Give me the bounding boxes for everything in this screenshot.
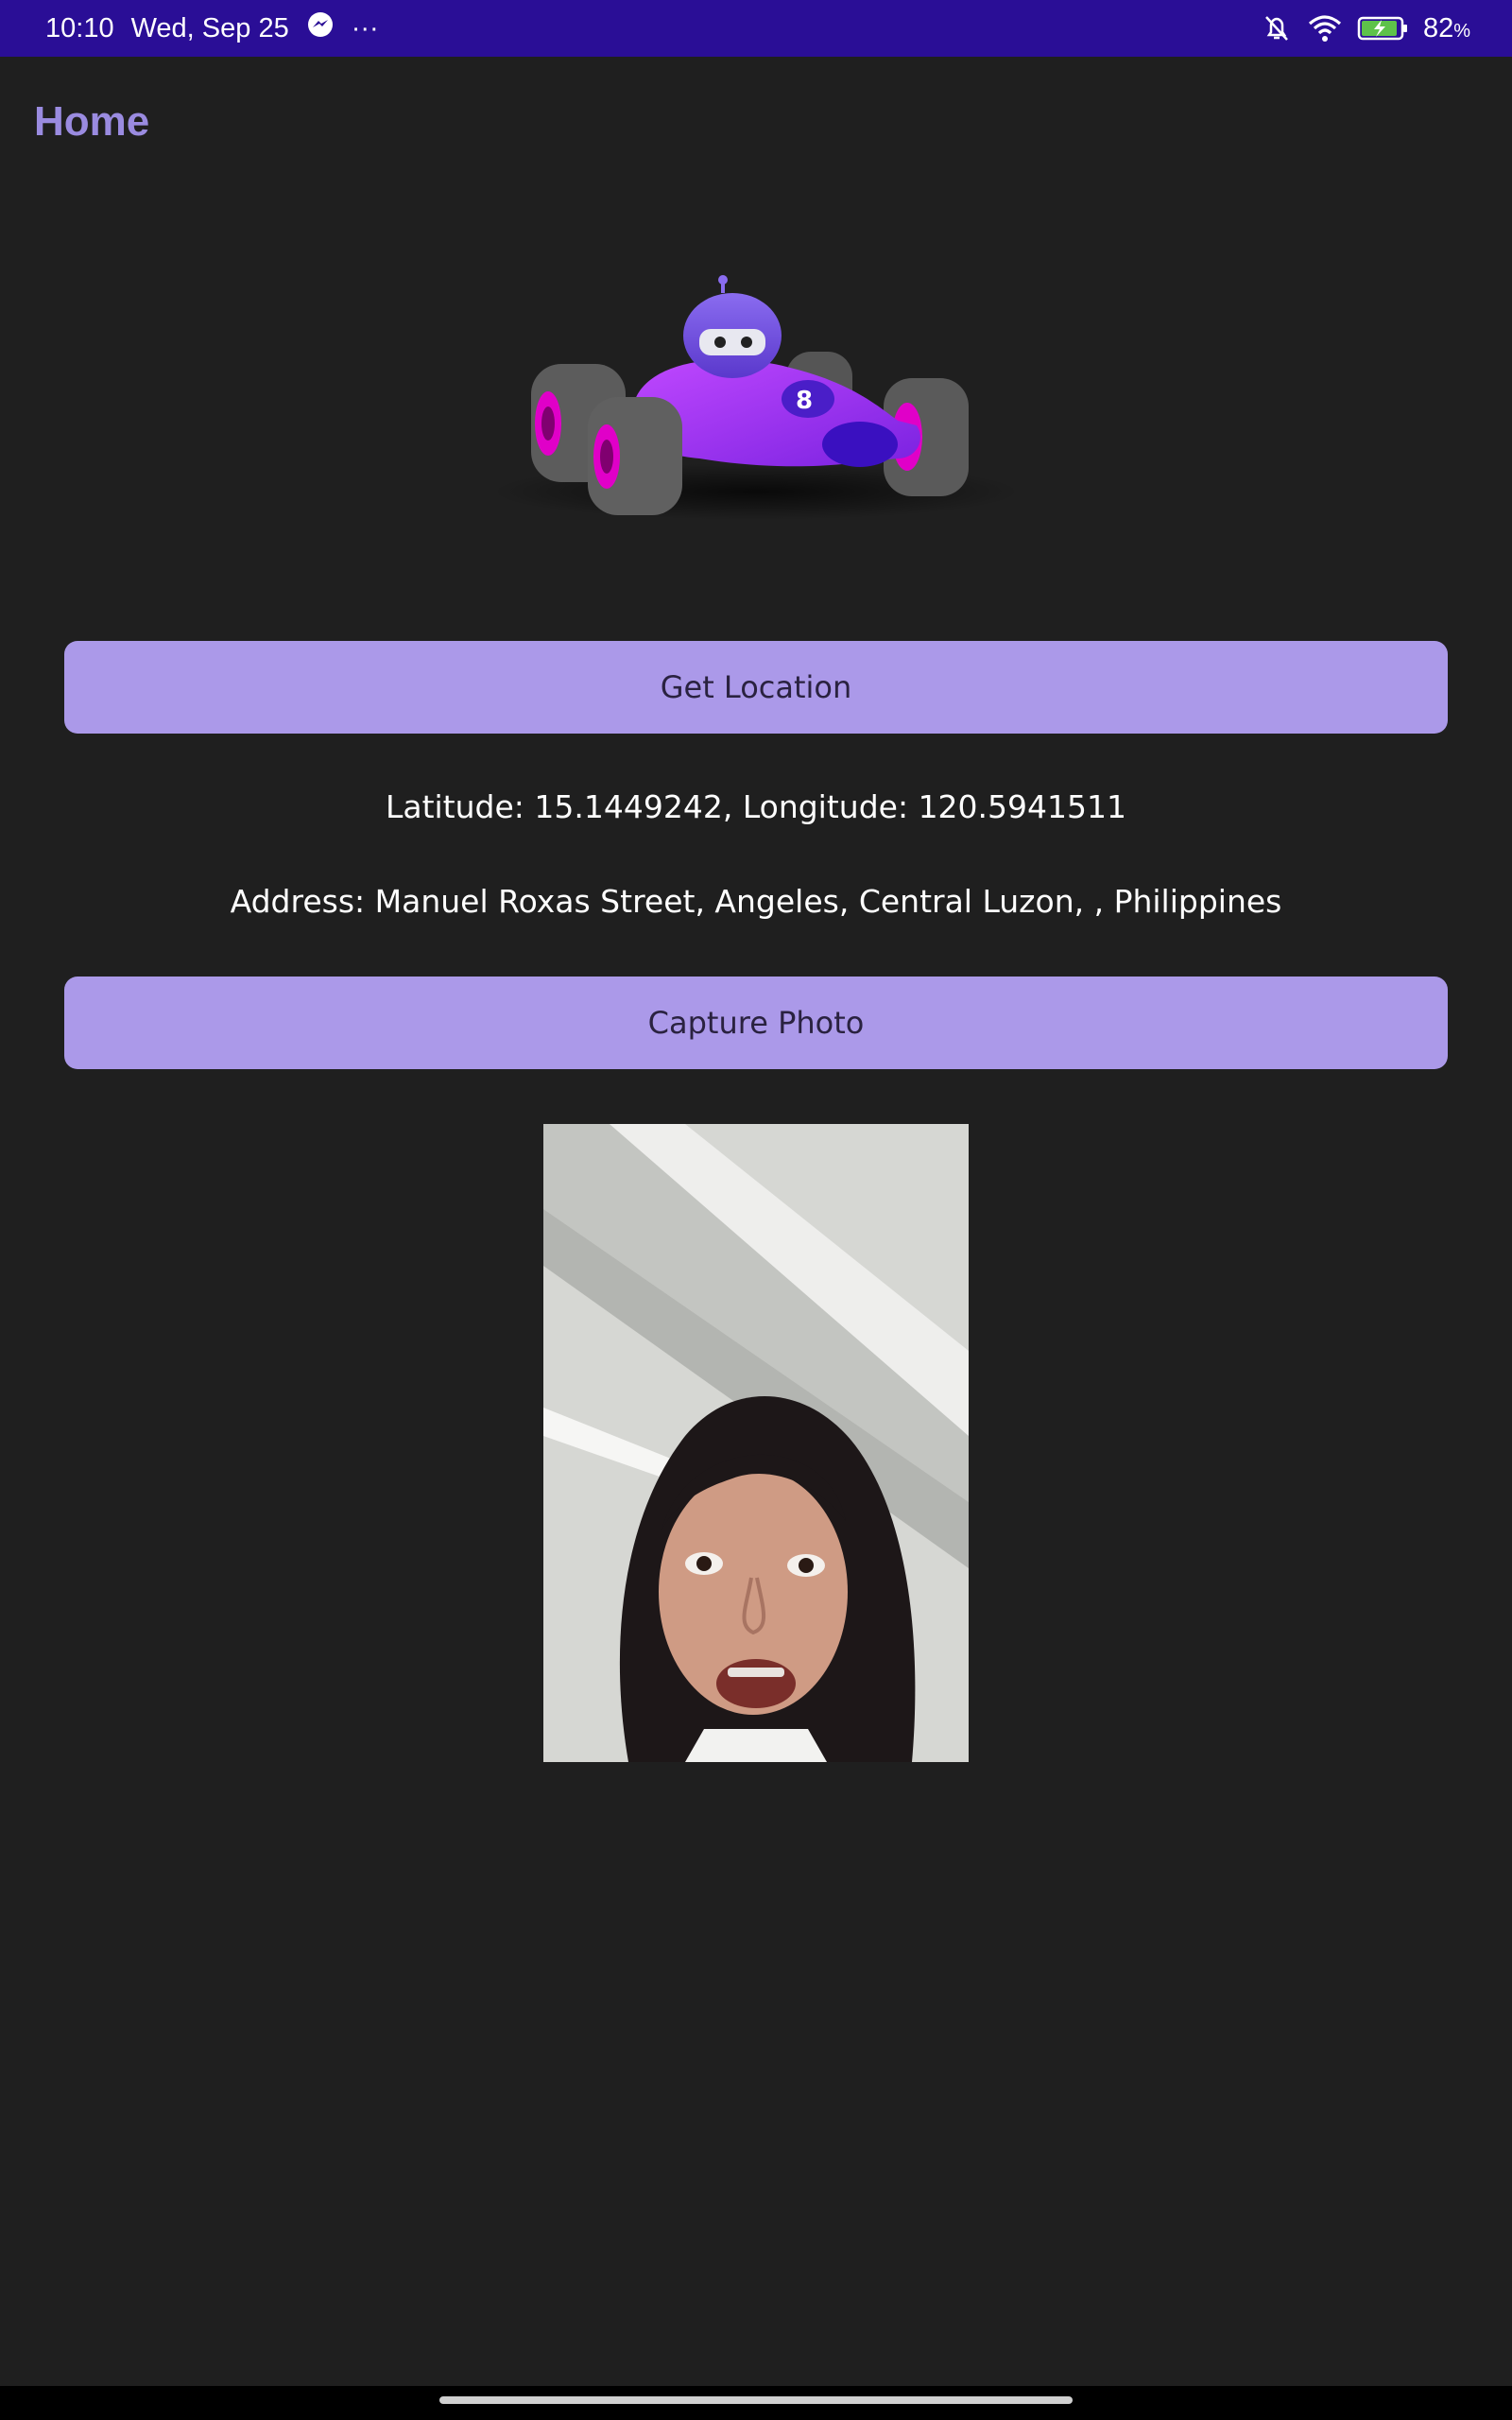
status-time: 10:10 (45, 12, 114, 43)
status-right: 82% (1261, 12, 1470, 44)
page-title: Home (34, 98, 150, 145)
status-bar: 10:10 Wed, Sep 25 ··· 82% (0, 0, 1512, 57)
status-left: 10:10 Wed, Sep 25 ··· (45, 10, 379, 46)
bell-off-icon (1261, 12, 1293, 44)
messenger-icon (306, 10, 335, 46)
race-car-robot-image: 8 (454, 265, 1058, 539)
address-text: Address: Manuel Roxas Street, Angeles, C… (230, 883, 1282, 920)
battery-percent: 82 (1422, 12, 1454, 43)
get-location-button[interactable]: Get Location (64, 641, 1448, 734)
status-date: Wed, Sep 25 (130, 12, 289, 43)
coordinates-text: Latitude: 15.1449242, Longitude: 120.594… (385, 788, 1127, 825)
battery-level: 82% (1423, 13, 1470, 44)
home-gesture-handle[interactable] (439, 2396, 1073, 2404)
captured-photo (543, 1124, 969, 1762)
more-notifications-icon: ··· (351, 12, 379, 43)
battery-charging-icon (1357, 14, 1410, 43)
battery-unit: % (1453, 20, 1470, 42)
wifi-icon (1306, 13, 1344, 43)
svg-text:8: 8 (796, 387, 813, 415)
capture-photo-button[interactable]: Capture Photo (64, 977, 1448, 1069)
